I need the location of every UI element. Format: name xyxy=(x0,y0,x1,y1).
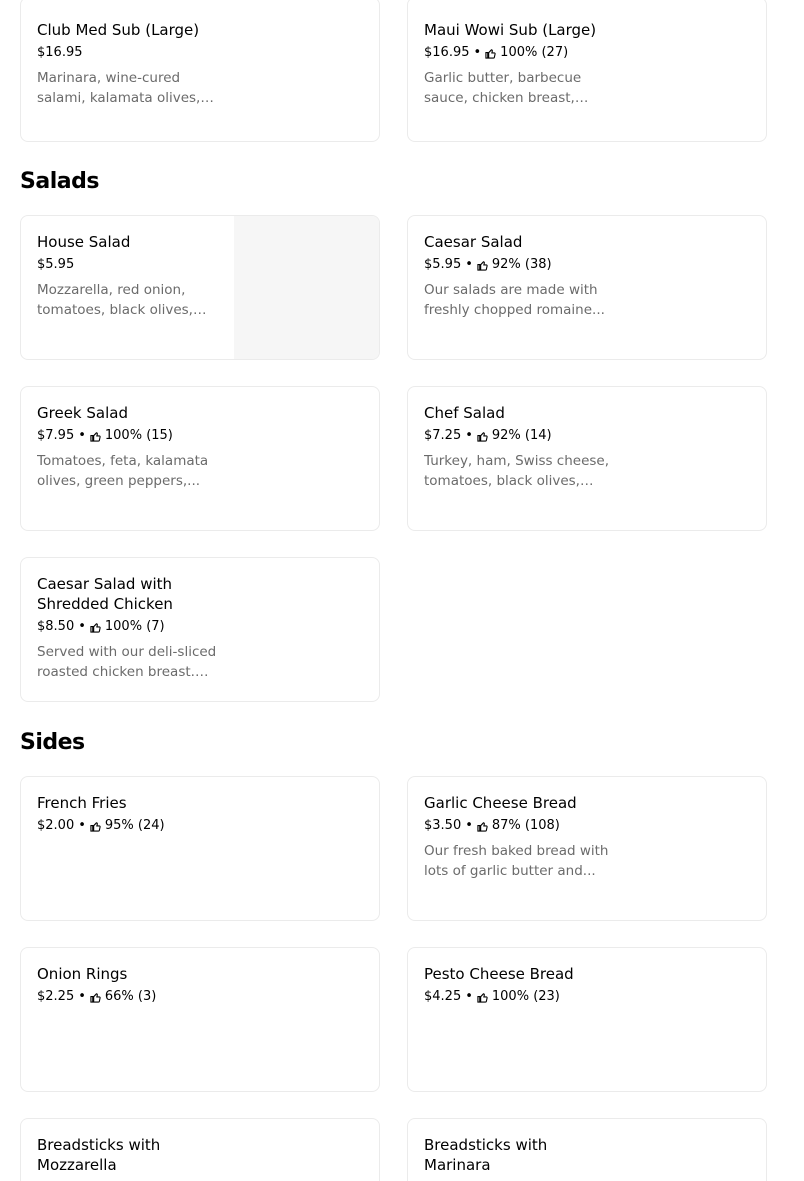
item-name: Pesto Cheese Bread xyxy=(424,965,574,983)
section-title-sides: Sides xyxy=(20,730,85,755)
item-name: Onion Rings xyxy=(37,965,128,983)
item-price: $2.00 xyxy=(37,818,75,833)
item-rating: 100% (27) xyxy=(500,45,569,60)
item-name: Maui Wowi Sub (Large) xyxy=(424,21,597,39)
item-price: $16.95 xyxy=(424,45,470,60)
item-description: Our salads are made with freshly chopped… xyxy=(424,282,605,318)
item-rating: 92% (38) xyxy=(491,257,552,272)
thumbs-up-icon xyxy=(477,431,488,442)
item-meta: $7.25 • 92% (14) xyxy=(424,427,624,445)
item-name: House Salad xyxy=(37,233,131,251)
item-price: $3.50 xyxy=(424,818,462,833)
item-description: Marinara, wine-cured salami, kalamata ol… xyxy=(37,70,201,106)
menu-item-card[interactable]: Maui Wowi Sub (Large) $16.95 • 100% (27)… xyxy=(407,0,767,142)
item-description: Served with our deli-sliced roasted chic… xyxy=(37,644,217,680)
item-rating: 92% (14) xyxy=(491,428,552,443)
item-price: $7.25 xyxy=(424,428,462,443)
item-price: $7.95 xyxy=(37,428,75,443)
thumbs-up-icon xyxy=(90,622,101,633)
menu-item-card[interactable]: Breadsticks with Mozzarella xyxy=(20,1118,380,1181)
item-price: $5.95 xyxy=(424,257,462,272)
menu-item-card[interactable]: Onion Rings $2.25 • 66% (3) xyxy=(20,947,380,1092)
item-description: Turkey, ham, Swiss cheese, tomatoes, bla… xyxy=(424,453,610,489)
item-description: Garlic butter, barbecue sauce, chicken b… xyxy=(424,70,582,106)
meta-separator: • xyxy=(465,989,473,1004)
thumbs-up-icon xyxy=(485,48,496,59)
menu-item-card[interactable]: Caesar Salad with Shredded Chicken $8.50… xyxy=(20,557,380,702)
menu-item-card[interactable]: French Fries $2.00 • 95% (24) xyxy=(20,776,380,921)
meta-separator: • xyxy=(78,818,86,833)
item-meta: $16.95 • 100% (27) xyxy=(424,44,624,62)
item-meta: $5.95 xyxy=(37,256,237,274)
item-name: Breadsticks with Marinara xyxy=(424,1136,548,1174)
item-rating: 100% (15) xyxy=(104,428,173,443)
thumbs-up-icon xyxy=(90,821,101,832)
meta-separator: • xyxy=(78,989,86,1004)
item-name: Caesar Salad with Shredded Chicken xyxy=(37,575,173,613)
item-price: $16.95 xyxy=(37,45,83,60)
item-meta: $2.00 • 95% (24) xyxy=(37,817,237,835)
section-title-salads: Salads xyxy=(20,169,99,194)
item-rating: 66% (3) xyxy=(104,989,157,1004)
menu-item-card[interactable]: Caesar Salad $5.95 • 92% (38) Our salads… xyxy=(407,215,767,360)
meta-separator: • xyxy=(473,45,482,60)
item-name: French Fries xyxy=(37,794,127,812)
meta-separator: • xyxy=(465,257,473,272)
item-name: Breadsticks with Mozzarella xyxy=(37,1136,161,1174)
meta-separator: • xyxy=(465,818,473,833)
menu-item-card[interactable]: Greek Salad $7.95 • 100% (15) Tomatoes, … xyxy=(20,386,380,531)
item-description: Mozzarella, red onion, tomatoes, black o… xyxy=(37,282,193,318)
item-rating: 87% (108) xyxy=(491,818,560,833)
item-price: $2.25 xyxy=(37,989,75,1004)
meta-separator: • xyxy=(78,428,86,443)
meta-separator: • xyxy=(78,619,86,634)
item-meta: $3.50 • 87% (108) xyxy=(424,817,624,835)
menu-item-card[interactable]: Chef Salad $7.25 • 92% (14) Turkey, ham,… xyxy=(407,386,767,531)
thumbs-up-icon xyxy=(477,821,488,832)
item-description: Tomatoes, feta, kalamata olives, green p… xyxy=(37,453,209,489)
item-name: Chef Salad xyxy=(424,404,505,422)
item-price: $5.95 xyxy=(37,257,75,272)
thumbs-up-icon xyxy=(90,431,101,442)
item-price: $4.25 xyxy=(424,989,462,1004)
item-name: Caesar Salad xyxy=(424,233,523,251)
thumbs-up-icon xyxy=(90,992,101,1003)
item-name: Club Med Sub (Large) xyxy=(37,21,200,39)
item-meta: $4.25 • 100% (23) xyxy=(424,988,624,1006)
item-meta: $8.50 • 100% (7) xyxy=(37,618,237,636)
menu-item-card[interactable]: Club Med Sub (Large) $16.95 Marinara, wi… xyxy=(20,0,380,142)
meta-separator: • xyxy=(465,428,473,443)
item-meta: $2.25 • 66% (3) xyxy=(37,988,237,1006)
item-rating: 100% (7) xyxy=(104,619,165,634)
item-meta: $5.95 • 92% (38) xyxy=(424,256,624,274)
item-meta: $16.95 xyxy=(37,44,237,62)
menu-item-card[interactable]: Garlic Cheese Bread $3.50 • 87% (108) Ou… xyxy=(407,776,767,921)
item-description: Our fresh baked bread with lots of garli… xyxy=(424,843,609,879)
item-rating: 100% (23) xyxy=(491,989,560,1004)
menu-item-card[interactable]: Breadsticks with Marinara xyxy=(407,1118,767,1181)
item-image-placeholder xyxy=(234,216,379,359)
item-price: $8.50 xyxy=(37,619,75,634)
item-meta: $7.95 • 100% (15) xyxy=(37,427,237,445)
menu-item-card[interactable]: Pesto Cheese Bread $4.25 • 100% (23) xyxy=(407,947,767,1092)
item-name: Garlic Cheese Bread xyxy=(424,794,577,812)
item-name: Greek Salad xyxy=(37,404,128,422)
thumbs-up-icon xyxy=(477,992,488,1003)
item-rating: 95% (24) xyxy=(104,818,165,833)
thumbs-up-icon xyxy=(477,260,488,271)
menu-item-card[interactable]: House Salad $5.95 Mozzarella, red onion,… xyxy=(20,215,380,360)
